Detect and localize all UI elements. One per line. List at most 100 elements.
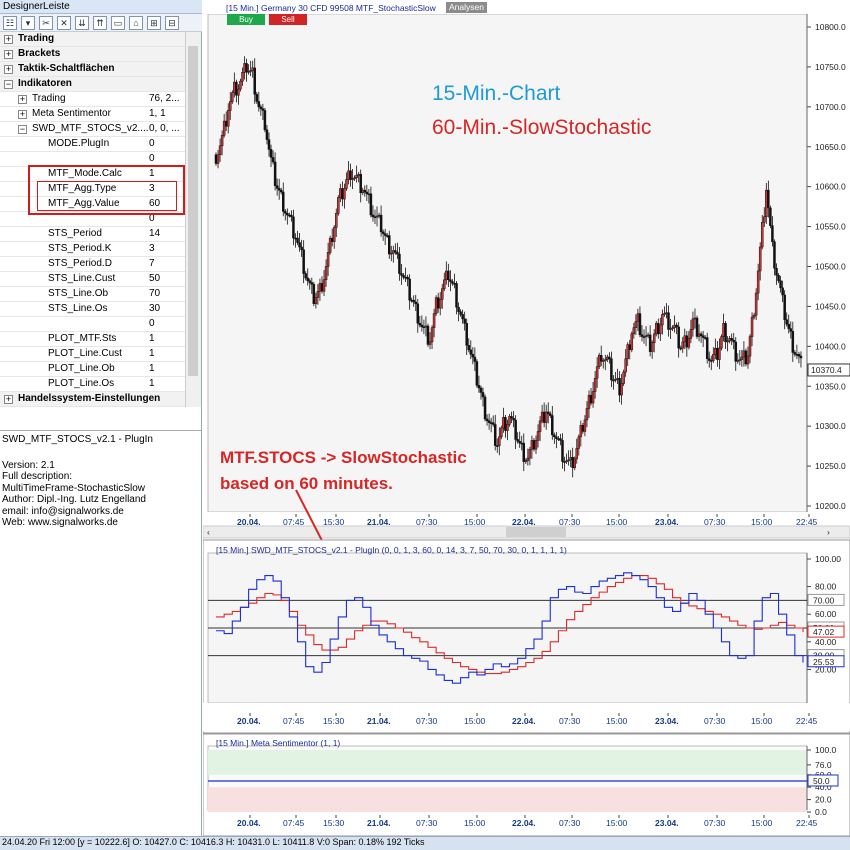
candle <box>528 449 532 459</box>
toolbar-button-3[interactable]: ✕ <box>57 16 71 30</box>
candle <box>542 411 546 423</box>
tree-value[interactable]: 1 <box>149 378 155 389</box>
candle <box>243 63 246 73</box>
tree-row[interactable]: 0 <box>0 317 185 332</box>
candle <box>491 422 495 425</box>
candle <box>687 338 691 348</box>
stoch-x-tick-label: 15:00 <box>751 716 773 726</box>
tree-row[interactable]: + Brackets <box>0 47 185 62</box>
candle <box>720 336 723 349</box>
expand-icon[interactable]: − <box>18 125 27 134</box>
candle <box>434 297 438 314</box>
tree-value[interactable]: 30 <box>149 303 160 314</box>
tree-value[interactable]: 0, 0, ... <box>149 123 180 134</box>
candle <box>630 333 634 351</box>
toolbar-button-5[interactable]: ⇈ <box>93 16 107 30</box>
candle <box>626 344 629 360</box>
tree-value[interactable]: 50 <box>149 273 160 284</box>
sentiment-x-tick-label: 23.04. <box>655 818 679 828</box>
tree-row[interactable]: PLOT_Line.Cust 1 <box>0 347 185 362</box>
tree-row[interactable]: + Trading 76, 2... <box>0 92 185 107</box>
annotation-line2: based on 60 minutes. <box>220 474 393 493</box>
stoch-x-tick-label: 07:30 <box>559 716 581 726</box>
tree-value[interactable]: 76, 2... <box>149 93 180 104</box>
tree-value[interactable]: 70 <box>149 288 160 299</box>
tree-row[interactable]: STS_Line.Os 30 <box>0 302 185 317</box>
tree-row[interactable]: + Handelssystem-Einstellungen <box>0 392 185 407</box>
candle <box>585 408 589 421</box>
toolbar-button-4[interactable]: ⇊ <box>75 16 89 30</box>
candle <box>410 299 413 302</box>
expand-icon[interactable]: + <box>18 110 27 119</box>
tree-label: STS_Period <box>48 228 102 239</box>
tree-row[interactable]: − Indikatoren <box>0 77 185 92</box>
expand-icon[interactable]: + <box>4 65 13 74</box>
toolbar-button-6[interactable]: ▭ <box>111 16 125 30</box>
candle <box>379 214 383 233</box>
stoch-y-tick-label: 60.00 <box>815 609 837 619</box>
sell-button[interactable]: Sell <box>269 14 307 25</box>
tree-row[interactable]: + Meta Sentimentor 1, 1 <box>0 107 185 122</box>
toolbar-button-0[interactable]: ☷ <box>3 16 17 30</box>
highlight-box-inner <box>37 181 177 211</box>
tree-row[interactable]: MODE.PlugIn 0 <box>0 137 185 152</box>
candle <box>787 323 790 329</box>
candle <box>650 342 654 352</box>
candle <box>277 188 281 191</box>
expand-icon[interactable]: + <box>4 35 13 44</box>
candle <box>222 120 226 136</box>
candle <box>318 283 322 292</box>
tree-row[interactable]: + Taktik-Schaltflächen <box>0 62 185 77</box>
info-line: Web: www.signalworks.de <box>2 517 118 529</box>
expand-icon[interactable]: + <box>18 95 27 104</box>
tree-row[interactable]: + Trading <box>0 32 185 47</box>
toolbar-button-7[interactable]: ⌂ <box>129 16 143 30</box>
tree-row[interactable]: STS_Period.K 3 <box>0 242 185 257</box>
candle <box>557 438 560 440</box>
tree-value[interactable]: 0 <box>149 138 155 149</box>
info-line: MultiTimeFrame-StochasticSlow <box>2 482 145 494</box>
toolbar-button-1[interactable]: ▾ <box>21 16 35 30</box>
tree-row[interactable]: − SWD_MTF_STOCS_v2.... 0, 0, ... <box>0 122 185 137</box>
tree-value[interactable]: 0 <box>149 318 155 329</box>
buy-button[interactable]: Buy <box>227 14 265 25</box>
expand-icon[interactable]: + <box>4 395 13 404</box>
tree-value[interactable]: 1 <box>149 348 155 359</box>
sentiment-value: 50.0 <box>813 776 830 786</box>
toolbar-button-2[interactable]: ✂ <box>39 16 53 30</box>
candle <box>744 350 748 365</box>
candle <box>722 323 725 337</box>
tree-row[interactable]: STS_Period 14 <box>0 227 185 242</box>
toolbar-button-8[interactable]: ⊞ <box>147 16 161 30</box>
candle <box>504 417 507 431</box>
candle <box>390 252 393 255</box>
tree-value[interactable]: 1 <box>149 363 155 374</box>
tree-row[interactable]: STS_Line.Cust 50 <box>0 272 185 287</box>
candle <box>324 266 328 281</box>
candle <box>691 318 695 330</box>
toolbar-button-9[interactable]: ⊟ <box>165 16 179 30</box>
tree-value[interactable]: 7 <box>149 258 155 269</box>
info-line: email: info@signalworks.de <box>2 505 124 517</box>
candle <box>610 358 613 381</box>
tree-value[interactable]: 3 <box>149 243 155 254</box>
candle <box>392 250 395 254</box>
info-line: Version: 2.1 <box>2 460 55 471</box>
tree-row[interactable]: PLOT_MTF.Sts 1 <box>0 332 185 347</box>
expand-icon[interactable]: − <box>4 80 13 89</box>
tree-value[interactable]: 1 <box>149 333 155 344</box>
tree-value[interactable]: 14 <box>149 228 160 239</box>
tree-value[interactable]: 1, 1 <box>149 108 166 119</box>
tree-row[interactable]: STS_Line.Ob 70 <box>0 287 185 302</box>
candle <box>483 396 487 420</box>
tree-scrollbar-thumb[interactable] <box>188 46 198 376</box>
tree-row[interactable]: PLOT_Line.Ob 1 <box>0 362 185 377</box>
expand-icon[interactable]: + <box>4 50 13 59</box>
tree-row[interactable]: PLOT_Line.Os 1 <box>0 377 185 392</box>
candle <box>404 276 407 279</box>
candle <box>245 63 248 73</box>
analysen-button[interactable]: Analysen <box>446 2 487 13</box>
candle <box>734 341 737 362</box>
tree-row[interactable]: STS_Period.D 7 <box>0 257 185 272</box>
tree-value[interactable]: 0 <box>149 153 155 164</box>
